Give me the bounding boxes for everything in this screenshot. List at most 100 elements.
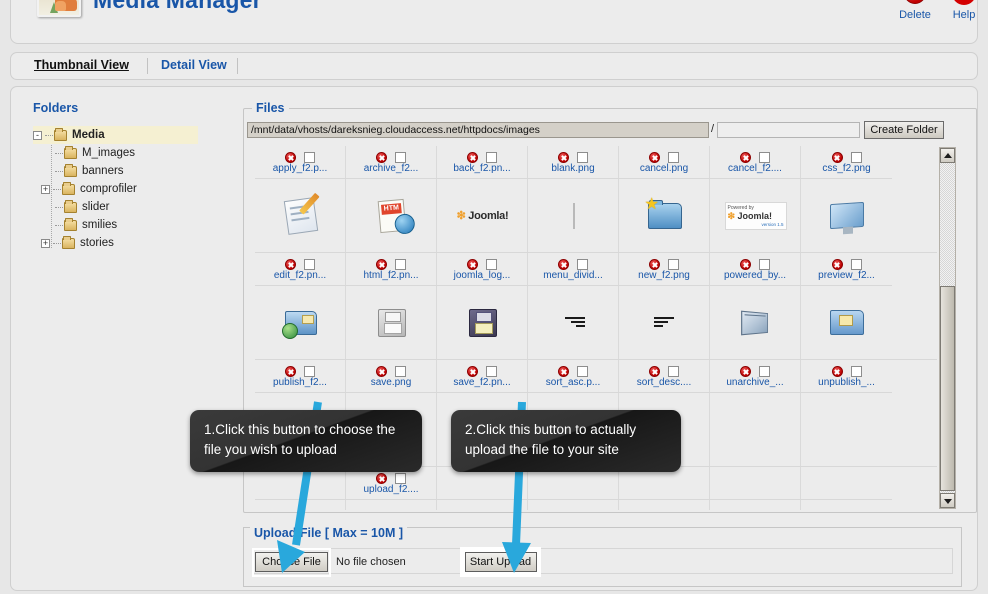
- file-checkbox[interactable]: [759, 259, 770, 271]
- file-item[interactable]: unpublish_...: [801, 360, 892, 467]
- file-item[interactable]: upload_f2....: [346, 467, 437, 510]
- file-thumbnail[interactable]: [255, 286, 346, 359]
- file-name-label[interactable]: cancel.png: [619, 163, 709, 175]
- file-checkbox[interactable]: [486, 259, 497, 271]
- file-name-label[interactable]: upload_f2....: [346, 484, 436, 496]
- file-thumbnail[interactable]: [437, 500, 528, 510]
- file-delete-icon[interactable]: [558, 152, 569, 164]
- file-thumbnail[interactable]: [528, 179, 619, 252]
- file-name-label[interactable]: save_f2.pn...: [437, 377, 527, 389]
- tree-toggle-icon[interactable]: +: [41, 184, 50, 194]
- file-checkbox[interactable]: [395, 366, 406, 378]
- file-checkbox[interactable]: [577, 259, 588, 271]
- file-delete-icon[interactable]: [376, 152, 387, 164]
- file-name-label[interactable]: menu_divid...: [528, 270, 618, 282]
- file-thumbnail[interactable]: Powered by ❇ Joomla! version 1.5: [710, 179, 801, 252]
- file-name-label[interactable]: sort_asc.p...: [528, 377, 618, 389]
- file-name-label[interactable]: html_f2.pn...: [346, 270, 436, 282]
- file-name-label[interactable]: cancel_f2....: [710, 163, 800, 175]
- file-item[interactable]: cancel_f2.... Powered by ❇ Joomla! version …: [710, 146, 801, 253]
- file-thumbnail[interactable]: ★: [619, 179, 710, 252]
- file-checkbox[interactable]: [668, 366, 679, 378]
- file-thumbnail[interactable]: [619, 500, 710, 510]
- file-name-label[interactable]: apply_f2.p...: [255, 163, 345, 175]
- file-delete-icon[interactable]: [649, 366, 660, 378]
- file-item[interactable]: archive_f2... HTM: [346, 146, 437, 253]
- file-checkbox[interactable]: [850, 259, 862, 271]
- file-name-label[interactable]: unarchive_...: [710, 377, 800, 389]
- file-checkbox[interactable]: [850, 152, 862, 164]
- tab-thumbnail-view[interactable]: Thumbnail View: [34, 58, 129, 72]
- file-name-label[interactable]: edit_f2.pn...: [255, 270, 345, 282]
- file-delete-icon[interactable]: [376, 259, 387, 271]
- file-thumbnail[interactable]: [528, 286, 619, 359]
- file-thumbnail[interactable]: [437, 286, 528, 359]
- scroll-up-button[interactable]: [940, 148, 955, 163]
- file-item[interactable]: joomla_log...: [437, 253, 528, 360]
- file-item[interactable]: [619, 467, 710, 510]
- file-item[interactable]: [528, 467, 619, 510]
- file-delete-icon[interactable]: [740, 259, 751, 271]
- help-button[interactable]: Help: [936, 0, 988, 21]
- new-folder-input[interactable]: [717, 122, 860, 138]
- file-delete-icon[interactable]: [740, 152, 751, 164]
- file-delete-icon[interactable]: [649, 152, 660, 164]
- file-thumbnail[interactable]: [801, 500, 892, 510]
- file-checkbox[interactable]: [304, 152, 315, 164]
- file-delete-icon[interactable]: [831, 152, 843, 164]
- create-folder-button[interactable]: Create Folder: [864, 121, 944, 139]
- file-name-label[interactable]: blank.png: [528, 163, 618, 175]
- folder-tree-item-smilies[interactable]: smilies: [33, 216, 228, 234]
- folder-tree-item-stories[interactable]: + stories: [33, 234, 228, 252]
- folder-tree-item-media[interactable]: - Media: [33, 126, 198, 144]
- file-checkbox[interactable]: [668, 152, 679, 164]
- tree-toggle-icon[interactable]: +: [41, 238, 50, 248]
- file-delete-icon[interactable]: [285, 259, 296, 271]
- file-checkbox[interactable]: [395, 473, 406, 485]
- file-item[interactable]: html_f2.pn...: [346, 253, 437, 360]
- file-item[interactable]: [710, 467, 801, 510]
- tab-detail-view[interactable]: Detail View: [161, 58, 227, 72]
- file-name-label[interactable]: archive_f2...: [346, 163, 436, 175]
- file-checkbox[interactable]: [759, 152, 770, 164]
- file-checkbox[interactable]: [486, 152, 497, 164]
- file-delete-icon[interactable]: [467, 259, 478, 271]
- file-item[interactable]: unarchive_...: [710, 360, 801, 467]
- file-item[interactable]: powered_by...: [710, 253, 801, 360]
- folder-tree-item-banners[interactable]: banners: [33, 162, 228, 180]
- file-thumbnail[interactable]: [346, 286, 437, 359]
- file-thumbnail[interactable]: [255, 179, 346, 252]
- start-upload-button[interactable]: Start Upload: [464, 552, 537, 572]
- file-name-label[interactable]: powered_by...: [710, 270, 800, 282]
- file-grid-scrollbar[interactable]: [939, 147, 956, 509]
- path-input[interactable]: /mnt/data/vhosts/dareksnieg.cloudaccess.…: [247, 122, 709, 138]
- file-thumbnail[interactable]: [801, 179, 892, 252]
- file-item[interactable]: new_f2.png: [619, 253, 710, 360]
- file-delete-icon[interactable]: [376, 366, 387, 378]
- file-thumbnail[interactable]: [710, 286, 801, 359]
- file-thumbnail[interactable]: [710, 393, 801, 466]
- file-name-label[interactable]: back_f2.pn...: [437, 163, 527, 175]
- file-checkbox[interactable]: [395, 152, 406, 164]
- file-thumbnail[interactable]: [255, 500, 346, 510]
- file-delete-icon[interactable]: [285, 152, 296, 164]
- file-item[interactable]: cancel.png ★: [619, 146, 710, 253]
- file-thumbnail[interactable]: [619, 286, 710, 359]
- file-thumbnail[interactable]: [528, 500, 619, 510]
- file-thumbnail[interactable]: [801, 393, 892, 466]
- folder-tree-item-m_images[interactable]: M_images: [33, 144, 228, 162]
- scroll-down-button[interactable]: [940, 493, 955, 508]
- file-delete-icon[interactable]: [467, 152, 478, 164]
- file-name-label[interactable]: publish_f2...: [255, 377, 345, 389]
- file-delete-icon[interactable]: [831, 366, 843, 378]
- file-item[interactable]: back_f2.pn... ❇ Joomla!: [437, 146, 528, 253]
- file-delete-icon[interactable]: [558, 366, 569, 378]
- file-delete-icon[interactable]: [831, 259, 843, 271]
- file-item[interactable]: css_f2.png: [801, 146, 892, 253]
- file-delete-icon[interactable]: [558, 259, 569, 271]
- file-checkbox[interactable]: [304, 259, 315, 271]
- file-name-label[interactable]: css_f2.png: [801, 163, 892, 175]
- folder-tree-item-slider[interactable]: slider: [33, 198, 228, 216]
- delete-button[interactable]: Delete: [887, 0, 943, 21]
- file-thumbnail[interactable]: [801, 286, 892, 359]
